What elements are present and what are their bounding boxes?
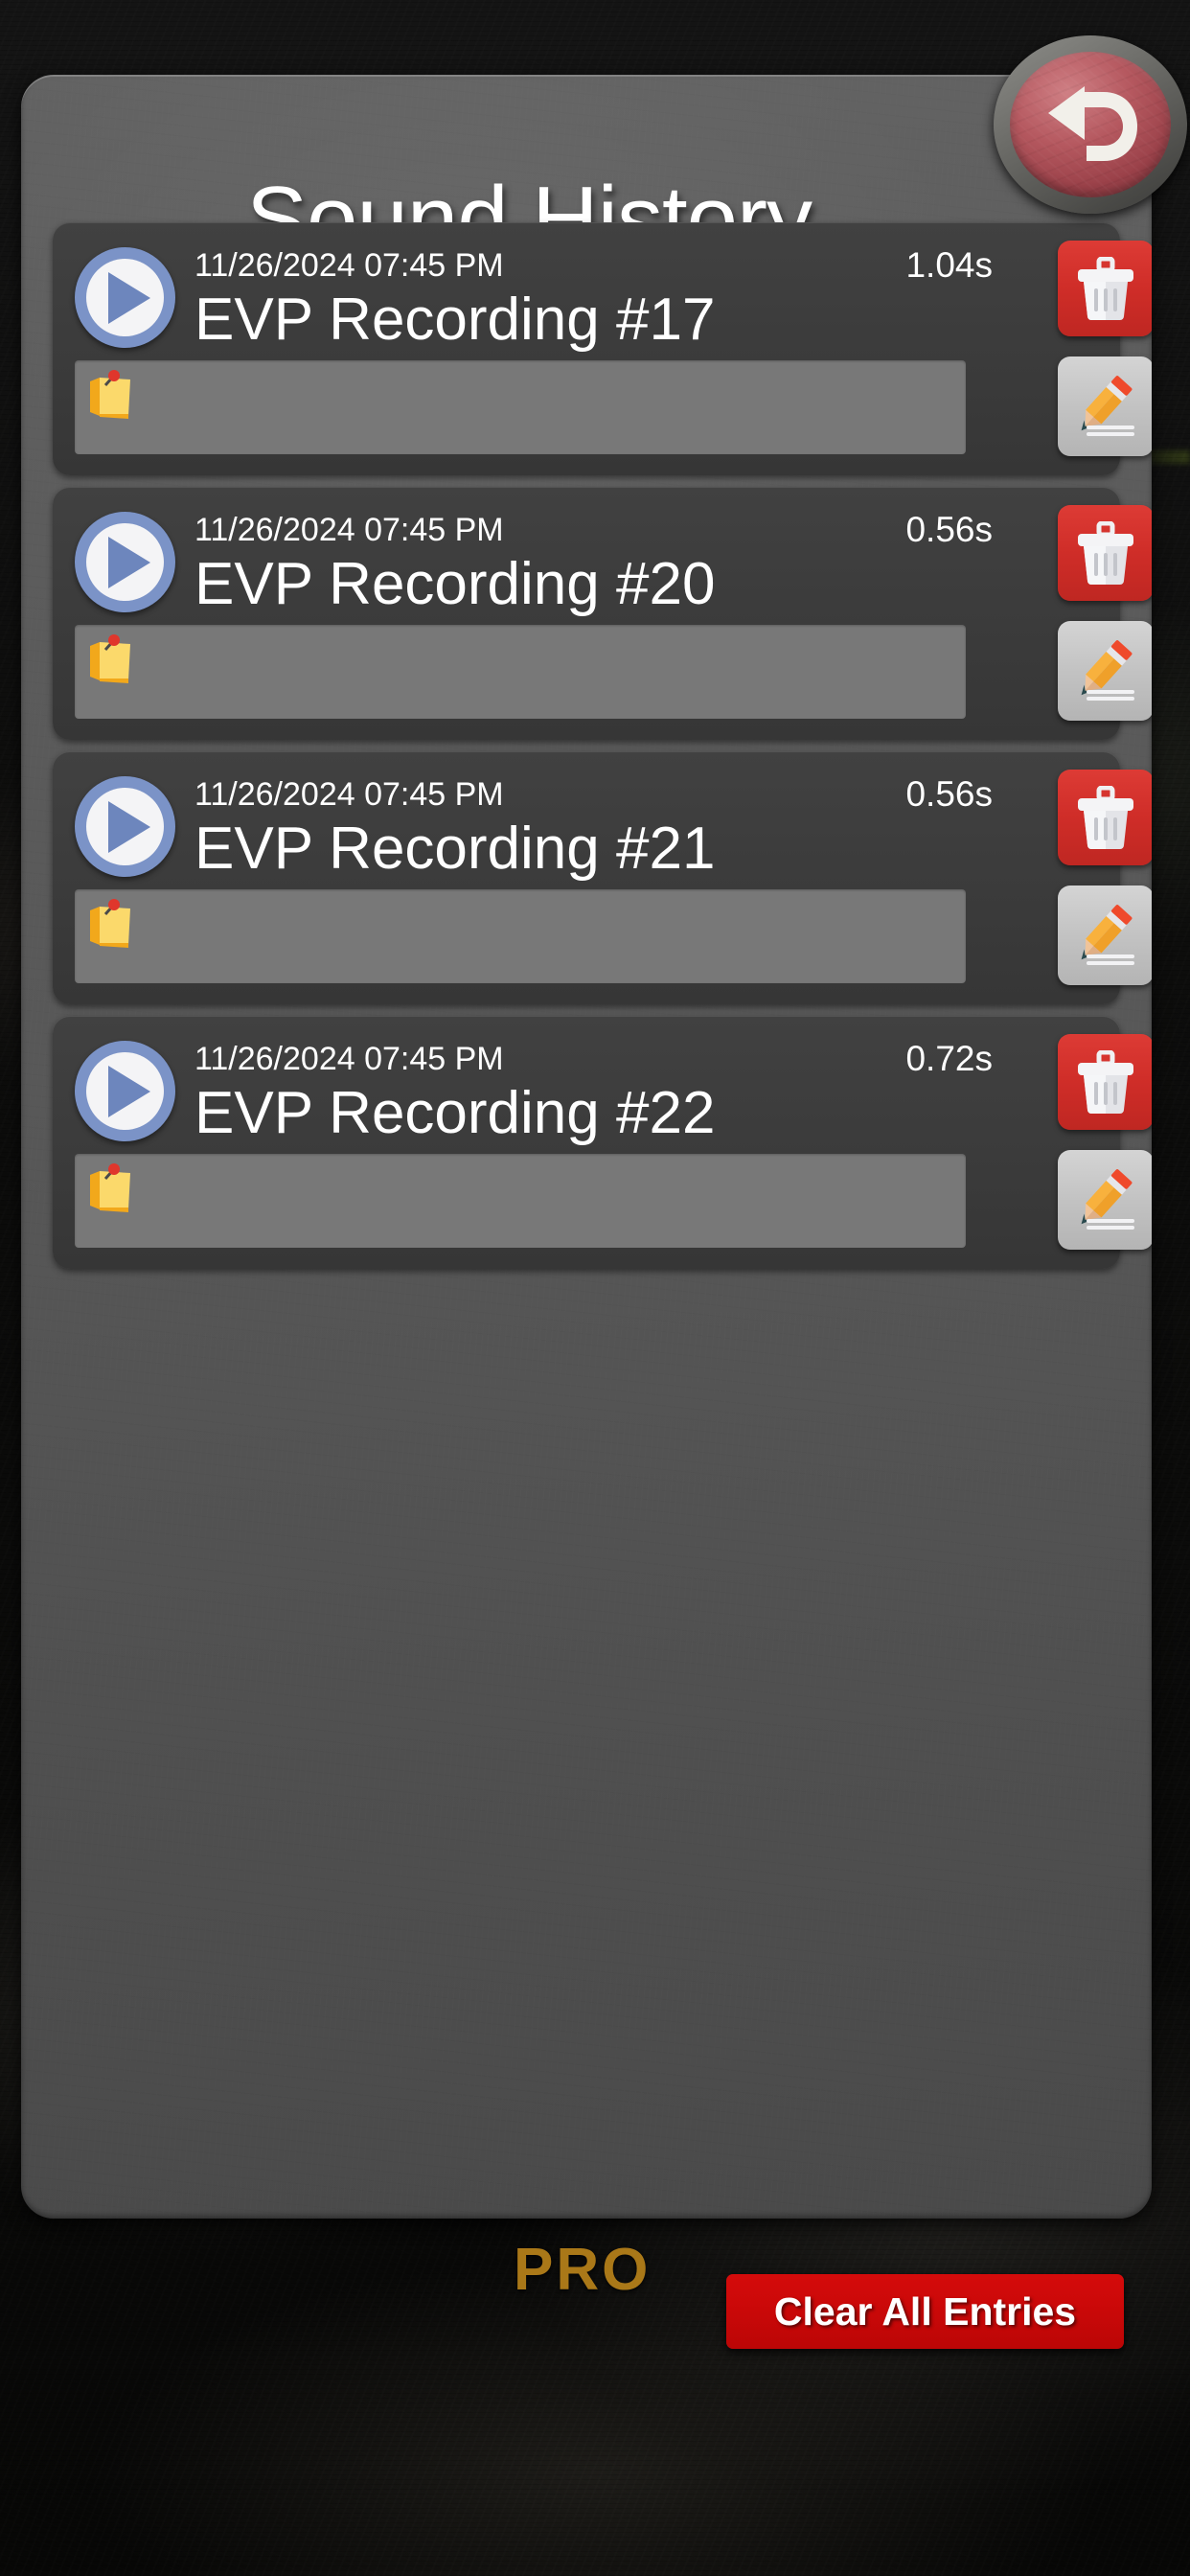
trash-icon bbox=[1078, 786, 1133, 849]
sticky-note-icon bbox=[90, 634, 130, 683]
edit-button[interactable] bbox=[1058, 1150, 1152, 1250]
recording-title: EVP Recording #17 bbox=[195, 287, 716, 353]
recording-card[interactable]: 11/26/2024 07:45 PM 0.56s EVP Recording … bbox=[53, 487, 1152, 740]
play-button-inner bbox=[86, 523, 164, 601]
recording-note-row bbox=[53, 1150, 1152, 1250]
recording-card-header: 11/26/2024 07:45 PM 0.56s EVP Recording … bbox=[53, 765, 1152, 886]
recording-card[interactable]: 11/26/2024 07:45 PM 0.56s EVP Recording … bbox=[53, 751, 1152, 1004]
back-arrow-icon bbox=[1048, 86, 1137, 161]
play-icon bbox=[108, 271, 150, 324]
recording-note-row bbox=[53, 886, 1152, 985]
note-field[interactable] bbox=[75, 889, 966, 983]
play-button-inner bbox=[86, 259, 164, 336]
pencil-icon bbox=[1081, 640, 1134, 701]
delete-button[interactable] bbox=[1058, 770, 1152, 865]
trash-icon bbox=[1078, 257, 1133, 320]
recording-note-row bbox=[53, 356, 1152, 456]
play-icon bbox=[108, 1065, 150, 1117]
edit-button[interactable] bbox=[1058, 621, 1152, 721]
play-button[interactable] bbox=[75, 1041, 175, 1141]
note-text bbox=[138, 1162, 148, 1169]
play-icon bbox=[108, 800, 150, 853]
sticky-note-icon bbox=[90, 370, 130, 419]
recording-timestamp: 11/26/2024 07:45 PM bbox=[195, 247, 504, 284]
recording-timestamp: 11/26/2024 07:45 PM bbox=[195, 776, 504, 813]
edit-button[interactable] bbox=[1058, 356, 1152, 456]
recording-note-row bbox=[53, 621, 1152, 721]
play-button[interactable] bbox=[75, 512, 175, 612]
recordings-list: 11/26/2024 07:45 PM 1.04s EVP Recording … bbox=[53, 222, 1152, 1280]
recording-card[interactable]: 11/26/2024 07:45 PM 0.72s EVP Recording … bbox=[53, 1016, 1152, 1269]
recording-duration: 1.04s bbox=[905, 245, 993, 285]
pencil-icon bbox=[1081, 376, 1134, 436]
recording-title: EVP Recording #22 bbox=[195, 1080, 716, 1146]
recording-duration: 0.56s bbox=[905, 774, 993, 814]
pro-watermark: PRO bbox=[514, 2237, 652, 2303]
note-field[interactable] bbox=[75, 625, 966, 719]
back-button[interactable] bbox=[994, 35, 1187, 214]
play-button[interactable] bbox=[75, 776, 175, 877]
trash-icon bbox=[1078, 1050, 1133, 1114]
recording-card-header: 11/26/2024 07:45 PM 0.72s EVP Recording … bbox=[53, 1029, 1152, 1150]
clear-all-entries-button[interactable]: Clear All Entries bbox=[726, 2274, 1124, 2349]
recording-title: EVP Recording #21 bbox=[195, 816, 716, 882]
play-button-inner bbox=[86, 788, 164, 865]
trash-icon bbox=[1078, 521, 1133, 585]
note-text bbox=[138, 897, 148, 905]
sticky-note-icon bbox=[90, 1163, 130, 1212]
recording-card[interactable]: 11/26/2024 07:45 PM 1.04s EVP Recording … bbox=[53, 222, 1152, 475]
recording-card-header: 11/26/2024 07:45 PM 0.56s EVP Recording … bbox=[53, 500, 1152, 621]
play-icon bbox=[108, 536, 150, 588]
sound-history-panel: Sound History 11/26/2024 07:45 PM 1.04s … bbox=[21, 75, 1152, 2219]
recording-duration: 0.72s bbox=[905, 1039, 993, 1078]
delete-button[interactable] bbox=[1058, 241, 1152, 336]
note-text bbox=[138, 632, 148, 640]
recording-timestamp: 11/26/2024 07:45 PM bbox=[195, 1041, 504, 1077]
delete-button[interactable] bbox=[1058, 505, 1152, 601]
note-text bbox=[138, 368, 148, 376]
sticky-note-icon bbox=[90, 899, 130, 948]
pencil-icon bbox=[1081, 1169, 1134, 1230]
back-button-face bbox=[1010, 52, 1171, 197]
delete-button[interactable] bbox=[1058, 1034, 1152, 1130]
recording-duration: 0.56s bbox=[905, 510, 993, 549]
recording-timestamp: 11/26/2024 07:45 PM bbox=[195, 512, 504, 548]
play-button-inner bbox=[86, 1052, 164, 1130]
recording-card-header: 11/26/2024 07:45 PM 1.04s EVP Recording … bbox=[53, 236, 1152, 356]
note-field[interactable] bbox=[75, 360, 966, 454]
recording-title: EVP Recording #20 bbox=[195, 551, 716, 617]
pencil-icon bbox=[1081, 905, 1134, 965]
play-button[interactable] bbox=[75, 247, 175, 348]
note-field[interactable] bbox=[75, 1154, 966, 1248]
edit-button[interactable] bbox=[1058, 886, 1152, 985]
